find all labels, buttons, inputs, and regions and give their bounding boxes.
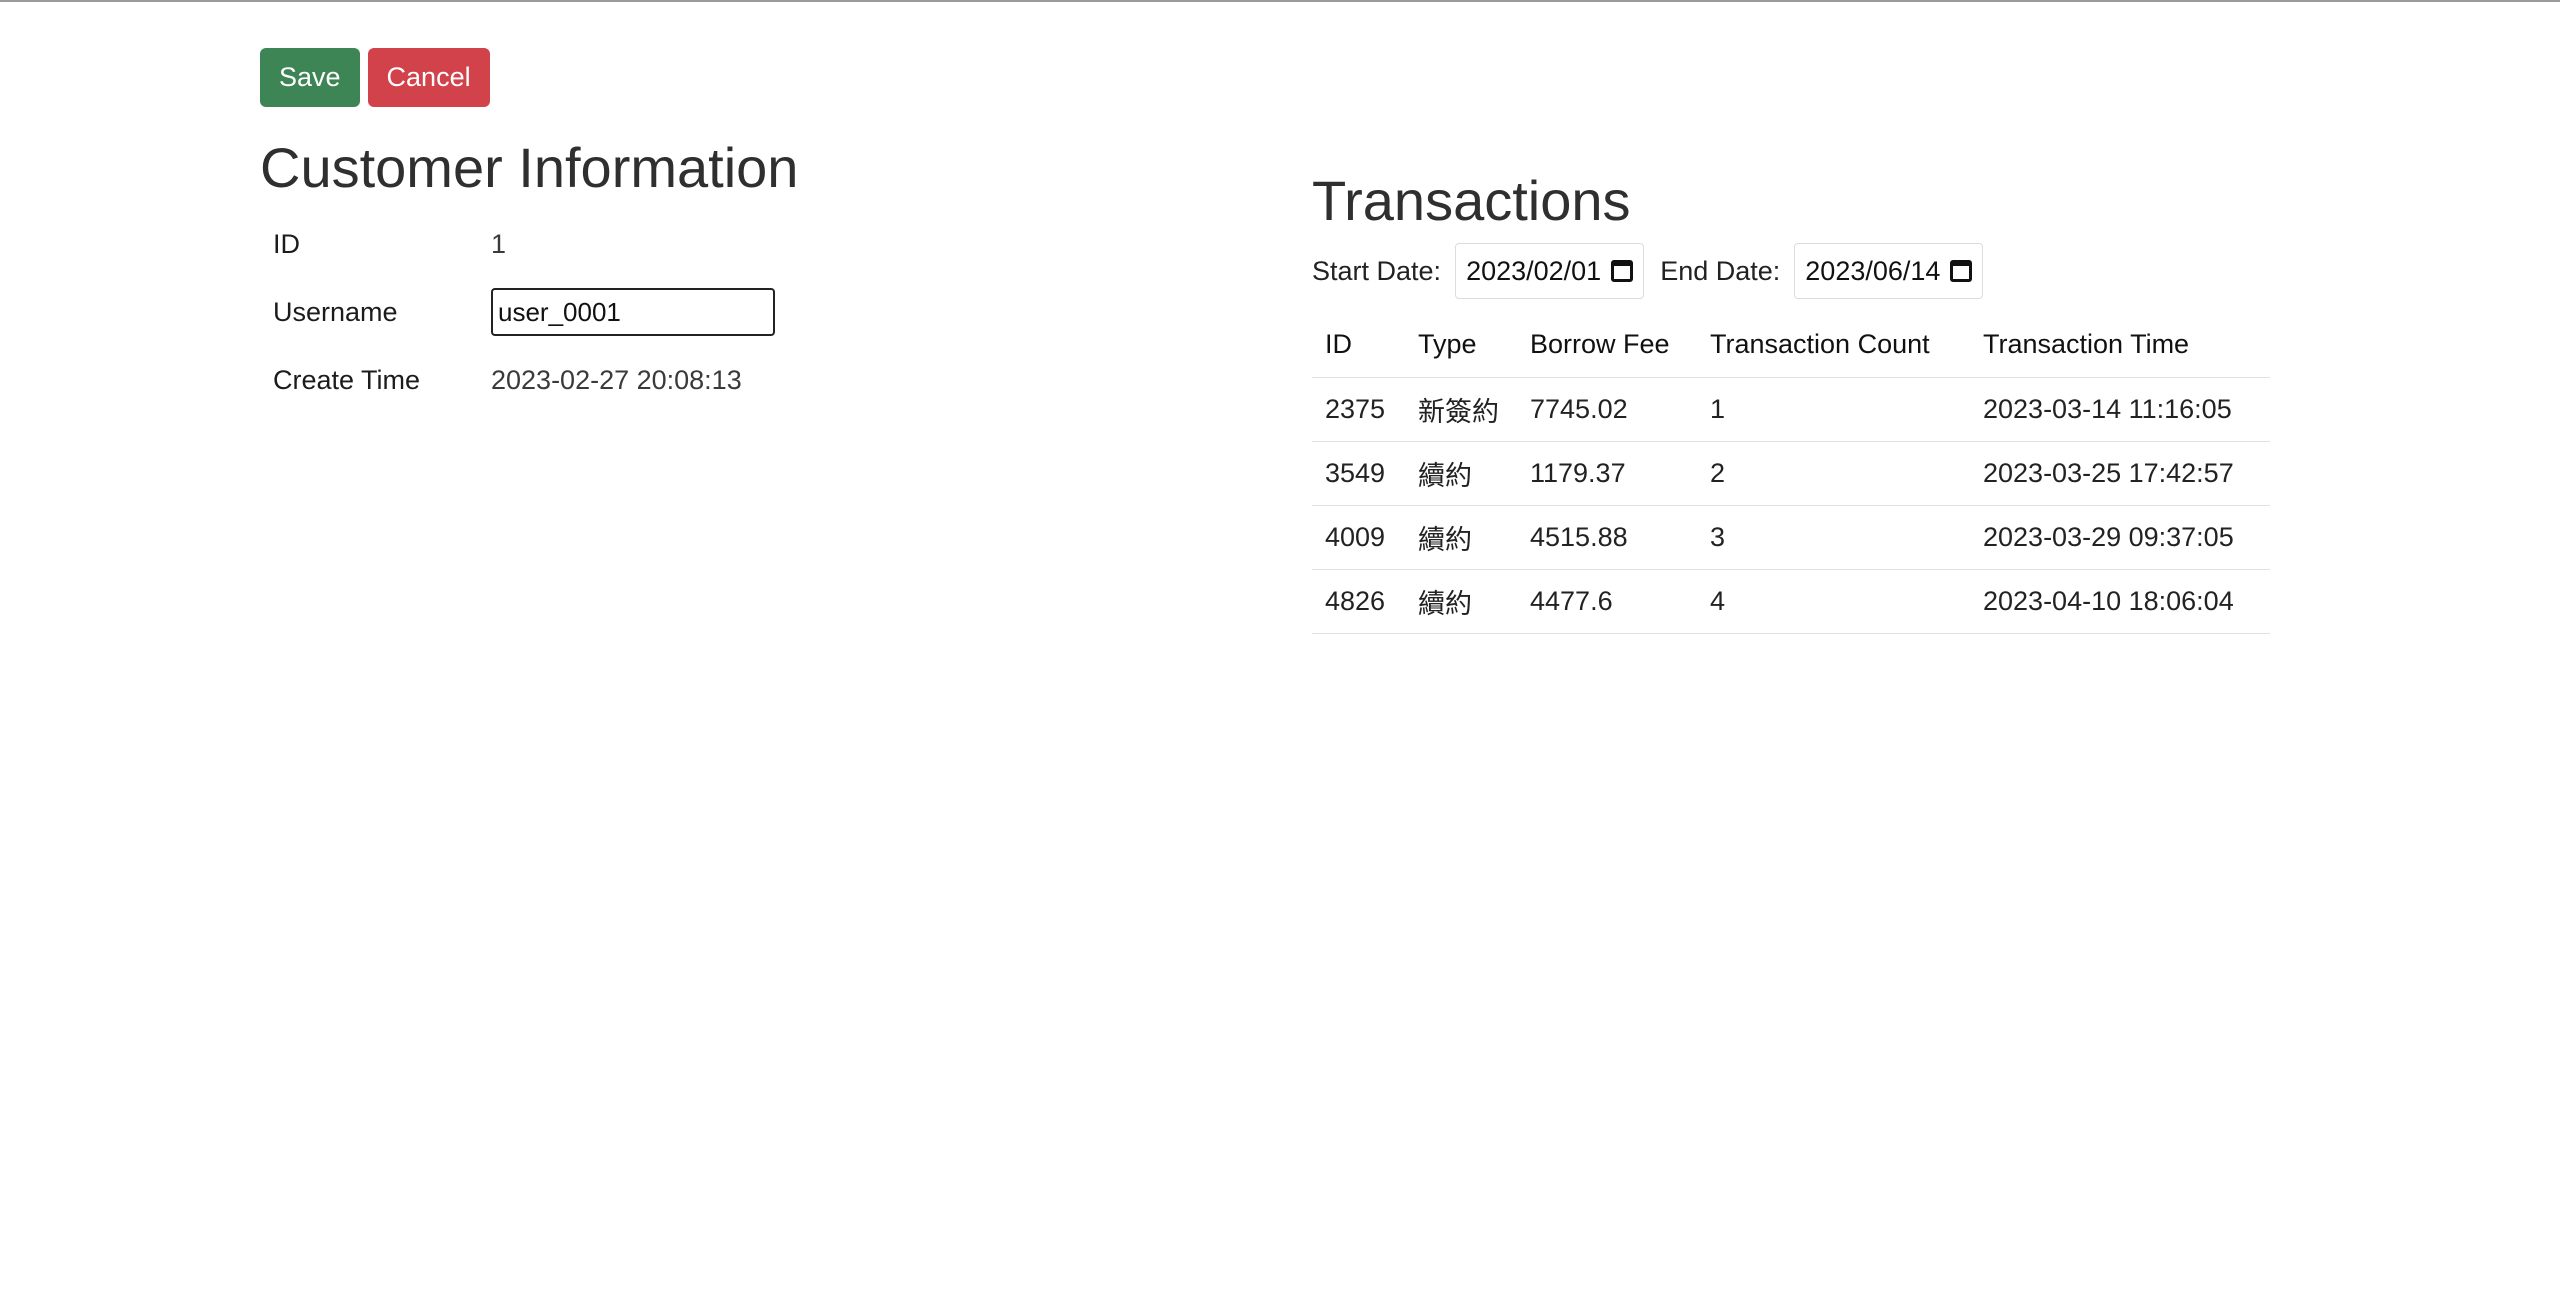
cell-borrow-fee: 1179.37 [1517, 441, 1697, 506]
column-header-transaction-time: Transaction Time [1970, 313, 2270, 378]
cell-transaction-time: 2023-04-10 18:06:04 [1970, 569, 2270, 634]
column-header-type: Type [1405, 313, 1517, 378]
cell-transaction-time: 2023-03-14 11:16:05 [1970, 377, 2270, 442]
start-date-label: Start Date: [1312, 255, 1442, 286]
column-header-borrow-fee: Borrow Fee [1517, 313, 1697, 378]
table-row: 4826 續約 4477.6 4 2023-04-10 18:06:04 [1312, 569, 2270, 634]
info-row-id: ID 1 [260, 210, 788, 278]
username-input[interactable] [491, 288, 775, 336]
end-date-input[interactable]: 2023/06/14 [1794, 243, 1984, 299]
end-date-label: End Date: [1660, 255, 1781, 286]
cell-type: 新簽約 [1405, 377, 1517, 442]
cell-transaction-count: 2 [1697, 441, 1970, 506]
window-top-border [0, 0, 2560, 2]
start-date-input[interactable]: 2023/02/01 [1455, 243, 1645, 299]
customer-information-panel: Customer Information ID 1 Username Creat… [260, 132, 1160, 414]
info-row-create-time: Create Time 2023-02-27 20:08:13 [260, 346, 788, 414]
cell-id: 4009 [1312, 505, 1405, 570]
cell-type: 續約 [1405, 441, 1517, 506]
table-header-row: ID Type Borrow Fee Transaction Count Tra… [1312, 313, 2270, 378]
cell-type: 續約 [1405, 505, 1517, 570]
cell-id: 4826 [1312, 569, 1405, 634]
toolbar: Save Cancel [260, 48, 490, 107]
cell-transaction-count: 4 [1697, 569, 1970, 634]
table-row: 3549 續約 1179.37 2 2023-03-25 17:42:57 [1312, 441, 2270, 506]
cell-transaction-count: 3 [1697, 505, 1970, 570]
cell-id: 2375 [1312, 377, 1405, 442]
create-time-label: Create Time [273, 364, 421, 395]
date-filter: Start Date: 2023/02/01 End Date: 2023/06… [1312, 243, 2270, 299]
create-time-value: 2023-02-27 20:08:13 [491, 364, 742, 395]
cell-transaction-time: 2023-03-25 17:42:57 [1970, 441, 2270, 506]
table-row: 4009 續約 4515.88 3 2023-03-29 09:37:05 [1312, 505, 2270, 570]
cell-transaction-time: 2023-03-29 09:37:05 [1970, 505, 2270, 570]
username-label: Username [273, 296, 398, 327]
customer-info-table: ID 1 Username Create Time 2023-02-27 20:… [260, 210, 788, 414]
cell-borrow-fee: 7745.02 [1517, 377, 1697, 442]
column-header-transaction-count: Transaction Count [1697, 313, 1970, 378]
end-date-value: 2023/06/14 [1805, 255, 1941, 286]
id-value: 1 [491, 228, 507, 259]
customer-title: Customer Information [260, 136, 799, 199]
cell-type: 續約 [1405, 569, 1517, 634]
transactions-panel: Transactions Start Date: 2023/02/01 End … [1312, 165, 2270, 634]
cell-borrow-fee: 4477.6 [1517, 569, 1697, 634]
cancel-button[interactable]: Cancel [367, 48, 490, 107]
id-label: ID [273, 228, 300, 259]
transactions-table: ID Type Borrow Fee Transaction Count Tra… [1312, 313, 2270, 634]
calendar-icon[interactable] [1950, 260, 1973, 282]
cell-transaction-count: 1 [1697, 377, 1970, 442]
column-header-id: ID [1312, 313, 1405, 378]
cell-id: 3549 [1312, 441, 1405, 506]
start-date-value: 2023/02/01 [1466, 255, 1602, 286]
cell-borrow-fee: 4515.88 [1517, 505, 1697, 570]
save-button[interactable]: Save [260, 48, 360, 107]
calendar-icon[interactable] [1611, 260, 1634, 282]
transactions-title: Transactions [1312, 169, 1631, 232]
table-row: 2375 新簽約 7745.02 1 2023-03-14 11:16:05 [1312, 377, 2270, 442]
info-row-username: Username [260, 278, 788, 346]
